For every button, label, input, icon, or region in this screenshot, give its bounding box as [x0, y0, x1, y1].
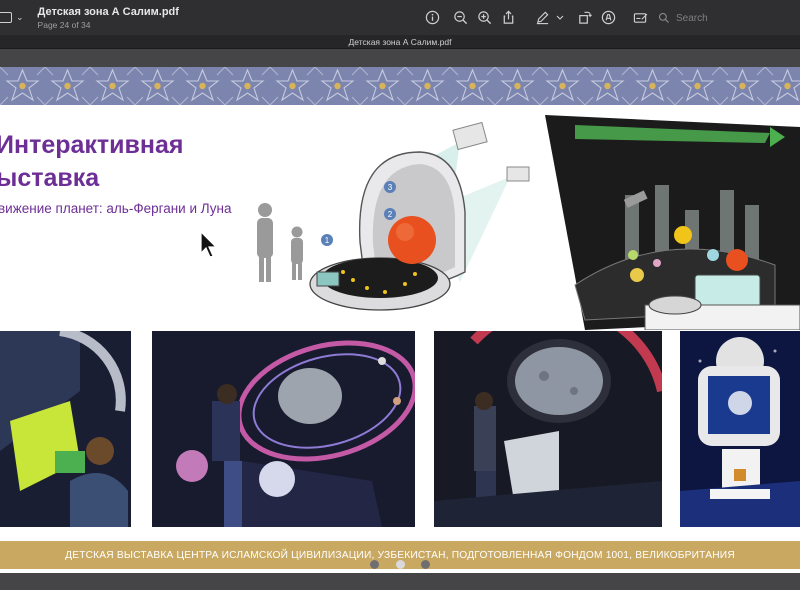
info-button[interactable] [420, 6, 444, 30]
exhibit-diagram: 1 2 3 [257, 122, 530, 311]
zoom-in-button[interactable] [472, 6, 496, 30]
document-title: Детская зона А Салим.pdf Page 24 of 34 [38, 6, 179, 30]
document-view[interactable]: Интерактивная ыставка вижение планет: ал… [0, 49, 800, 590]
page-dots [370, 559, 430, 569]
mouse-pointer-icon [200, 231, 218, 258]
heading-line-1: Интерактивная [0, 131, 184, 159]
diagram-label-1: 1 [325, 236, 330, 245]
photo-moon-screen [434, 331, 662, 527]
share-button[interactable] [496, 6, 520, 30]
page-dot-3[interactable] [421, 559, 430, 569]
share-icon [503, 10, 513, 24]
rotate-button[interactable] [572, 6, 596, 30]
diagram-label-3: 3 [388, 183, 393, 192]
highlight-button[interactable] [596, 6, 620, 30]
zoom-out-icon [453, 11, 467, 25]
toolbar [420, 0, 652, 35]
search-field[interactable] [658, 9, 798, 27]
chevron-down-icon [556, 15, 564, 20]
tab-document[interactable]: Детская зона А Салим.pdf [349, 37, 452, 47]
page-dot-2[interactable] [395, 559, 405, 569]
search-input[interactable] [674, 11, 788, 25]
document-name: Детская зона А Салим.pdf [37, 5, 179, 18]
heading-line-2: ыставка [0, 164, 100, 192]
pdf-page: Интерактивная ыставка вижение планет: ал… [0, 67, 800, 573]
photo-moon-kiosk [680, 331, 800, 527]
diagram-label-2: 2 [388, 210, 393, 219]
annotate-icon [633, 13, 647, 23]
page-dot-1[interactable] [370, 559, 379, 569]
page-indicator: Page 24 of 34 [37, 19, 91, 30]
zoom-out-button[interactable] [448, 6, 472, 30]
markup-pen-icon [536, 11, 548, 25]
photo-orbit-screen [152, 331, 415, 527]
markup-menu-button[interactable] [554, 6, 566, 30]
sidebar-icon[interactable] [0, 12, 12, 23]
slide-heading: Интерактивная ыставка [0, 129, 183, 195]
info-icon [425, 10, 439, 25]
tab-bar: Детская зона А Салим.pdf [0, 35, 800, 49]
title-bar: ⌄ Детская зона А Салим.pdf Page 24 of 34 [0, 0, 800, 36]
markup-button[interactable] [530, 6, 554, 30]
slide-subheading: вижение планет: аль-Фергани и Луна [0, 201, 232, 216]
highlight-circle-icon [601, 10, 615, 25]
exhibit-render [545, 115, 800, 330]
zoom-in-icon [477, 11, 491, 25]
chevron-down-icon[interactable]: ⌄ [16, 12, 24, 23]
annotate-button[interactable] [628, 6, 652, 30]
rotate-icon [578, 11, 592, 24]
decorative-pattern-band [0, 67, 800, 105]
sidebar-toggle-group[interactable]: ⌄ [0, 12, 24, 23]
photo-kid-telescope [0, 331, 131, 527]
search-icon [658, 12, 669, 23]
